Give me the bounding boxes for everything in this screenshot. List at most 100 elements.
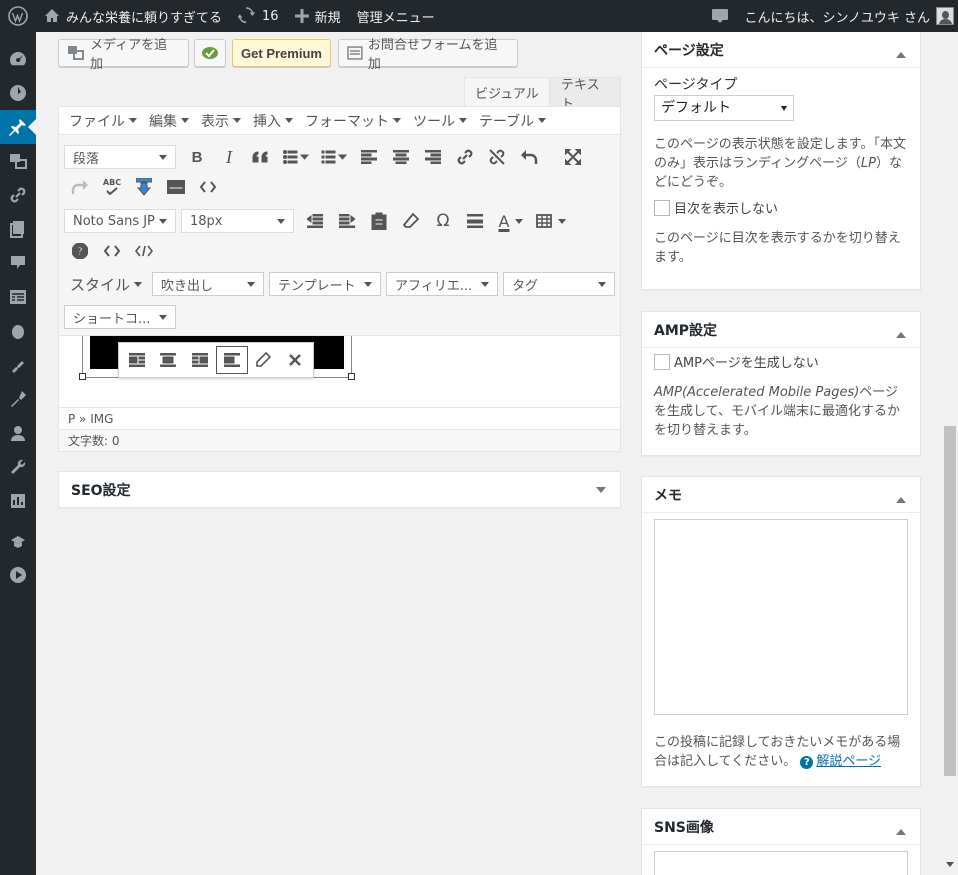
pages-icon[interactable] xyxy=(0,212,36,246)
cocoon-icon[interactable] xyxy=(0,524,36,558)
image-align-none-button[interactable] xyxy=(215,346,248,374)
align-center-button[interactable] xyxy=(385,143,417,171)
memo-header[interactable]: メモ xyxy=(642,477,920,513)
redo-button[interactable] xyxy=(64,173,96,201)
dashboard-icon[interactable] xyxy=(0,42,36,76)
amp-checkbox[interactable] xyxy=(654,354,670,370)
sns-image-field[interactable] xyxy=(654,851,908,875)
horizontal-rule-button[interactable] xyxy=(459,207,491,235)
toolbar-toggle-button[interactable] xyxy=(160,173,192,201)
image-remove-button[interactable] xyxy=(279,346,311,374)
fullscreen-button[interactable] xyxy=(557,143,589,171)
add-media-button[interactable]: メディアを追加 xyxy=(58,38,189,72)
plugins-icon[interactable] xyxy=(0,348,36,382)
code-tag-button[interactable] xyxy=(96,237,128,265)
seo-panel-header[interactable]: SEO設定 xyxy=(59,472,620,508)
wordpress-logo-icon[interactable] xyxy=(0,0,36,32)
video-icon[interactable] xyxy=(0,558,36,592)
menu-tools[interactable]: ツール xyxy=(407,111,473,131)
help-button[interactable]: ? xyxy=(64,237,96,265)
scroll-down-arrow[interactable] xyxy=(946,862,954,871)
amp-settings-header[interactable]: AMP設定 xyxy=(642,312,920,348)
add-contact-form-button[interactable]: お問合せフォームを追加 xyxy=(338,38,518,72)
notifications-button[interactable] xyxy=(703,0,737,32)
settings-icon[interactable] xyxy=(0,484,36,518)
bullet-list-button[interactable] xyxy=(277,143,315,171)
affiliate-select[interactable]: アフィリエ... xyxy=(386,272,499,296)
page-settings-header[interactable]: ページ設定 xyxy=(642,32,920,68)
resize-handle[interactable] xyxy=(79,373,86,380)
jetpack-icon[interactable] xyxy=(0,76,36,110)
tab-visual[interactable]: ビジュアル xyxy=(464,77,550,107)
comments-icon[interactable] xyxy=(0,246,36,280)
image-edit-button[interactable] xyxy=(248,346,280,374)
menu-file[interactable]: ファイル xyxy=(63,111,143,131)
sns-image-header[interactable]: SNS画像 xyxy=(642,809,920,845)
tag-select[interactable]: タグ xyxy=(503,272,616,296)
align-right-button[interactable] xyxy=(417,143,449,171)
font-family-select[interactable]: Noto Sans JP xyxy=(64,209,176,233)
editor-content-area[interactable] xyxy=(59,335,620,407)
paste-text-button[interactable] xyxy=(363,207,395,235)
clear-formatting-button[interactable] xyxy=(395,207,427,235)
menu-table[interactable]: テーブル xyxy=(473,111,552,131)
shortcode-select[interactable]: ショートコ... xyxy=(64,305,176,329)
admin-menu-link[interactable]: 管理メニュー xyxy=(349,0,443,32)
indent-button[interactable] xyxy=(331,207,363,235)
font-size-select[interactable]: 18px xyxy=(181,209,294,233)
toggle-arrow-icon[interactable] xyxy=(896,327,906,338)
text-color-button[interactable]: A xyxy=(491,207,531,235)
tab-text[interactable]: テキスト xyxy=(550,77,621,112)
insert-more-button[interactable] xyxy=(128,173,160,201)
balloon-select[interactable]: 吹き出し xyxy=(152,272,265,296)
posts-icon[interactable] xyxy=(0,110,36,144)
menu-insert[interactable]: 挿入 xyxy=(247,111,299,131)
menu-format[interactable]: フォーマット xyxy=(299,111,407,131)
tools-alt-icon[interactable] xyxy=(0,382,36,416)
code-block-button[interactable] xyxy=(128,237,160,265)
code-button[interactable] xyxy=(192,173,224,201)
blockquote-button[interactable] xyxy=(245,143,277,171)
appearance-icon[interactable] xyxy=(0,314,36,348)
users-icon[interactable] xyxy=(0,416,36,450)
amp-option[interactable]: AMPページを生成しない xyxy=(654,354,908,373)
help-link[interactable]: ? 解説ページ xyxy=(800,754,881,769)
italic-button[interactable]: I xyxy=(213,143,245,171)
my-account-link[interactable]: こんにちは、シンノユウキ さん xyxy=(737,0,958,32)
image-align-left-button[interactable] xyxy=(121,346,153,374)
align-left-button[interactable] xyxy=(353,143,385,171)
plugin-shortcode-button[interactable] xyxy=(194,39,226,67)
style-select[interactable]: スタイル xyxy=(64,274,148,295)
insert-link-button[interactable] xyxy=(449,143,481,171)
toggle-arrow-icon[interactable] xyxy=(896,47,906,58)
tools-icon[interactable] xyxy=(0,450,36,484)
updates-link[interactable]: 16 xyxy=(230,0,287,32)
get-premium-button[interactable]: Get Premium xyxy=(232,39,331,67)
template-select[interactable]: テンプレート xyxy=(269,272,382,296)
table-button[interactable] xyxy=(531,207,571,235)
resize-handle[interactable] xyxy=(348,373,355,380)
format-select[interactable]: 段落 xyxy=(64,145,176,169)
page-type-select[interactable]: デフォルト xyxy=(654,95,794,121)
scroll-thumb[interactable] xyxy=(944,426,956,776)
element-path[interactable]: P » IMG xyxy=(68,412,113,426)
memo-textarea[interactable] xyxy=(654,519,908,715)
menu-edit[interactable]: 編集 xyxy=(143,111,195,131)
links-icon[interactable] xyxy=(0,178,36,212)
unlink-button[interactable] xyxy=(481,143,513,171)
undo-button[interactable] xyxy=(513,143,545,171)
image-align-center-button[interactable] xyxy=(153,346,185,374)
image-align-right-button[interactable] xyxy=(184,346,216,374)
new-content-link[interactable]: 新規 xyxy=(287,0,349,32)
toc-option[interactable]: 目次を表示しない xyxy=(654,200,908,219)
forms-icon[interactable] xyxy=(0,280,36,314)
toggle-arrow-icon[interactable] xyxy=(896,492,906,503)
bold-button[interactable]: B xyxy=(181,143,213,171)
toc-checkbox[interactable] xyxy=(654,200,670,216)
media-icon[interactable] xyxy=(0,144,36,178)
spellcheck-button[interactable]: ABC xyxy=(96,173,128,201)
site-name-link[interactable]: みんな栄養に頼りすぎてる xyxy=(36,0,230,32)
special-character-button[interactable]: Ω xyxy=(427,207,459,235)
toggle-arrow-icon[interactable] xyxy=(596,487,606,498)
outdent-button[interactable] xyxy=(299,207,331,235)
